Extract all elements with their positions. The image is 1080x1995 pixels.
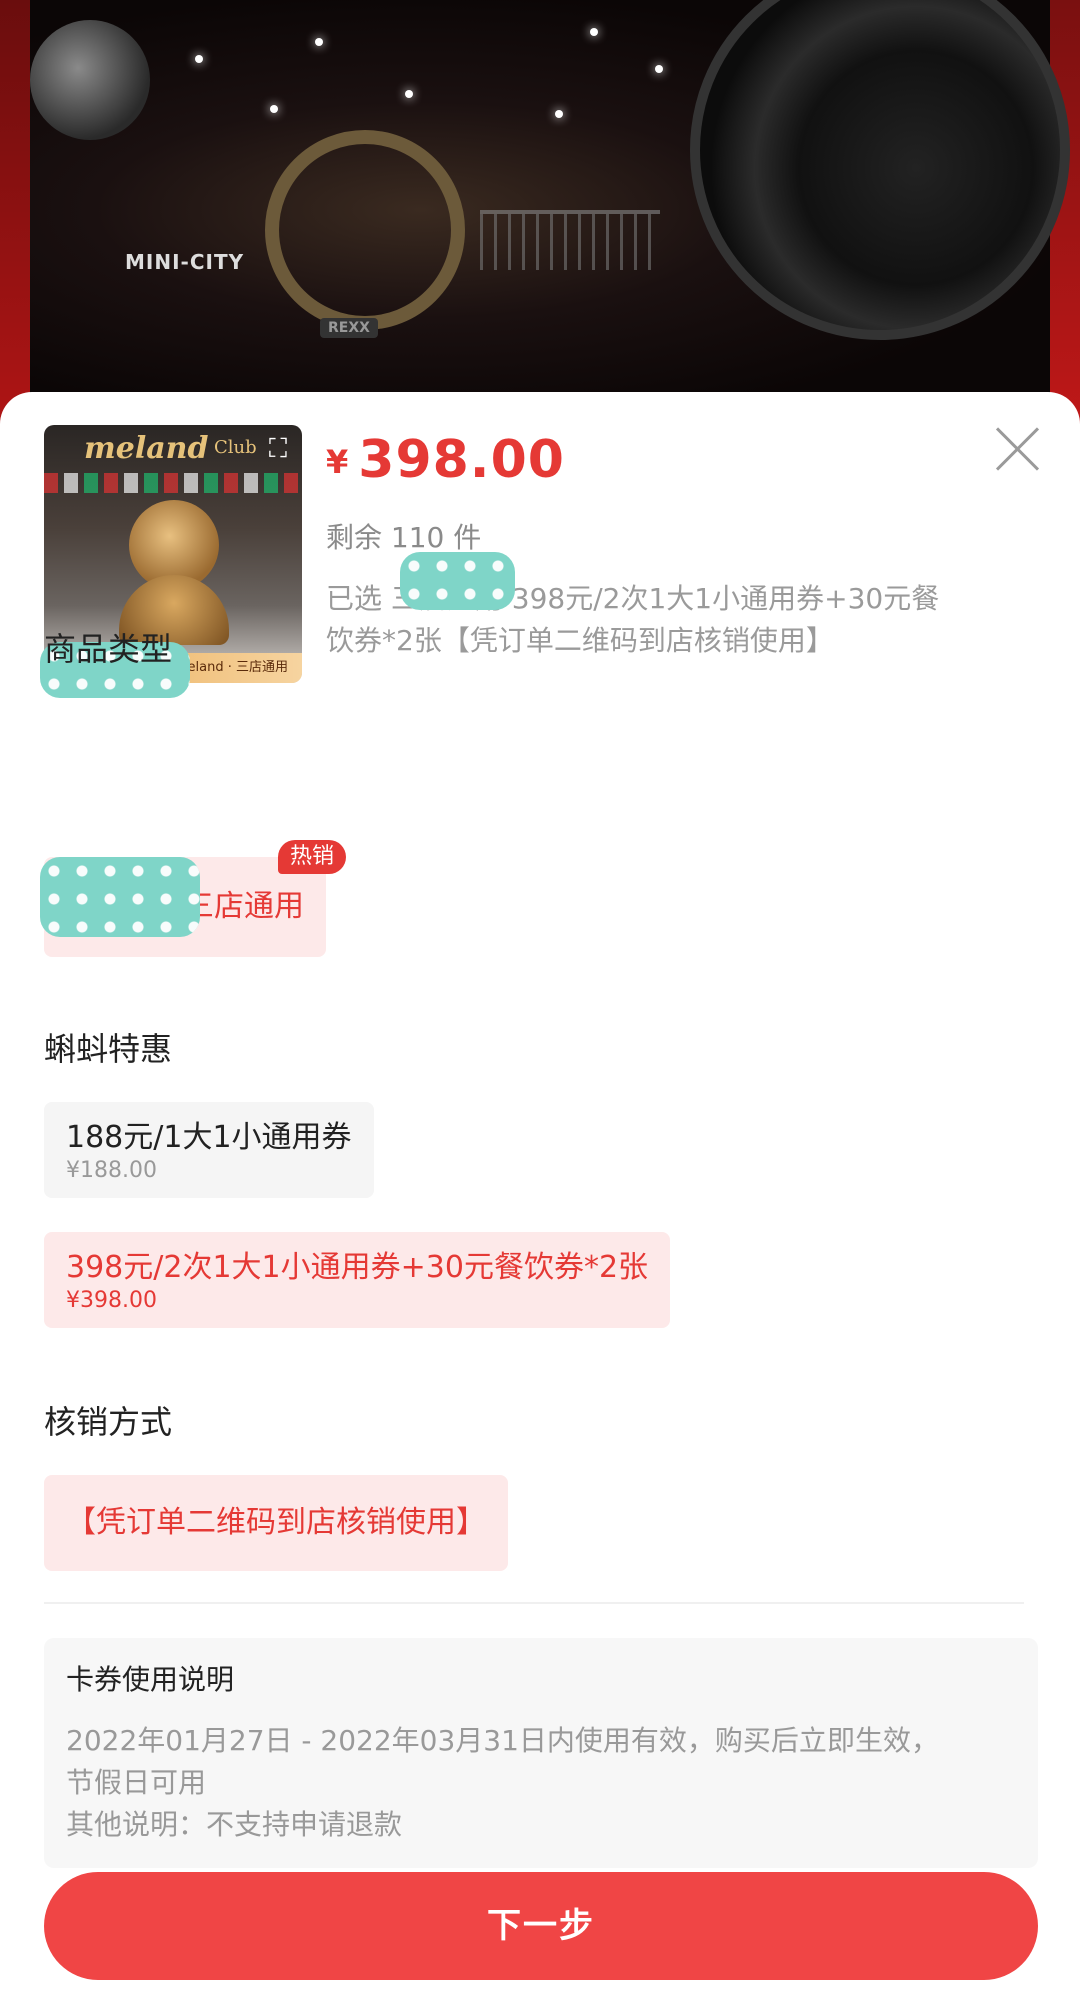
usage-note-card: 卡券使用说明 2022年01月27日 - 2022年03月31日内使用有效，购买…	[44, 1638, 1038, 1868]
background-drum	[690, 0, 1070, 340]
next-step-button[interactable]: 下一步	[44, 1872, 1038, 1980]
close-icon[interactable]	[992, 424, 1042, 474]
product-price: ¥398.00	[326, 430, 565, 490]
section-title-deals: 蝌蚪特惠	[44, 1030, 173, 1068]
usage-note-title: 卡券使用说明	[66, 1663, 235, 1696]
deal-option-label: 398元/2次1大1小通用券+30元餐饮券*2张	[66, 1250, 649, 1285]
background-banner-image: MINI-CITY REXX	[0, 0, 1080, 430]
hot-sale-badge: 热销	[278, 840, 347, 874]
usage-note-line: 节假日可用	[66, 1766, 207, 1799]
background-sign: MINI-CITY	[125, 250, 245, 274]
redaction-blur	[40, 857, 200, 937]
background-sphere	[30, 20, 150, 140]
background-railing	[480, 210, 660, 270]
deal-option-398[interactable]: 398元/2次1大1小通用券+30元餐饮券*2张 ¥398.00	[44, 1232, 671, 1328]
deal-option-price: ¥188.00	[66, 1158, 157, 1183]
redeem-option-label: 【凭订单二维码到店核销使用】	[66, 1505, 486, 1540]
background-light	[195, 55, 203, 63]
background-light	[590, 28, 598, 36]
background-light	[405, 90, 413, 98]
thumbnail-brand: meland	[84, 431, 209, 466]
stock-remaining: 剩余 110 件	[326, 521, 482, 554]
sku-selector-sheet: meland Club ⛶ Meland · 三店通用 ¥398.00 剩余 1…	[0, 392, 1080, 1995]
price-value: 398.00	[358, 430, 565, 490]
deal-option-188[interactable]: 188元/1大1小通用券 ¥188.00	[44, 1102, 374, 1198]
redeem-option[interactable]: 【凭订单二维码到店核销使用】	[44, 1475, 508, 1571]
deal-option-price: ¥398.00	[66, 1288, 157, 1313]
usage-note-line: 2022年01月27日 - 2022年03月31日内使用有效，购买后立即生效，	[66, 1724, 939, 1757]
background-light	[315, 38, 323, 46]
section-title-product-type: 商品类型	[44, 630, 173, 668]
background-red-edge-left	[0, 0, 30, 430]
background-light	[555, 110, 563, 118]
divider	[44, 1602, 1024, 1604]
background-ring	[265, 130, 465, 330]
expand-icon[interactable]: ⛶	[262, 433, 294, 465]
redaction-blur	[400, 552, 515, 610]
deal-option-label: 188元/1大1小通用券	[66, 1120, 352, 1155]
thumbnail-decoration	[44, 473, 302, 493]
currency-symbol: ¥	[326, 443, 349, 481]
product-type-option-label: 三店通用	[184, 889, 304, 924]
usage-note-line: 其他说明：不支持申请退款	[66, 1808, 403, 1841]
thumbnail-brand-suffix: Club	[214, 437, 257, 458]
background-light	[270, 105, 278, 113]
background-small-sign: REXX	[320, 318, 378, 338]
section-title-redeem: 核销方式	[44, 1403, 173, 1441]
background-light	[655, 65, 663, 73]
